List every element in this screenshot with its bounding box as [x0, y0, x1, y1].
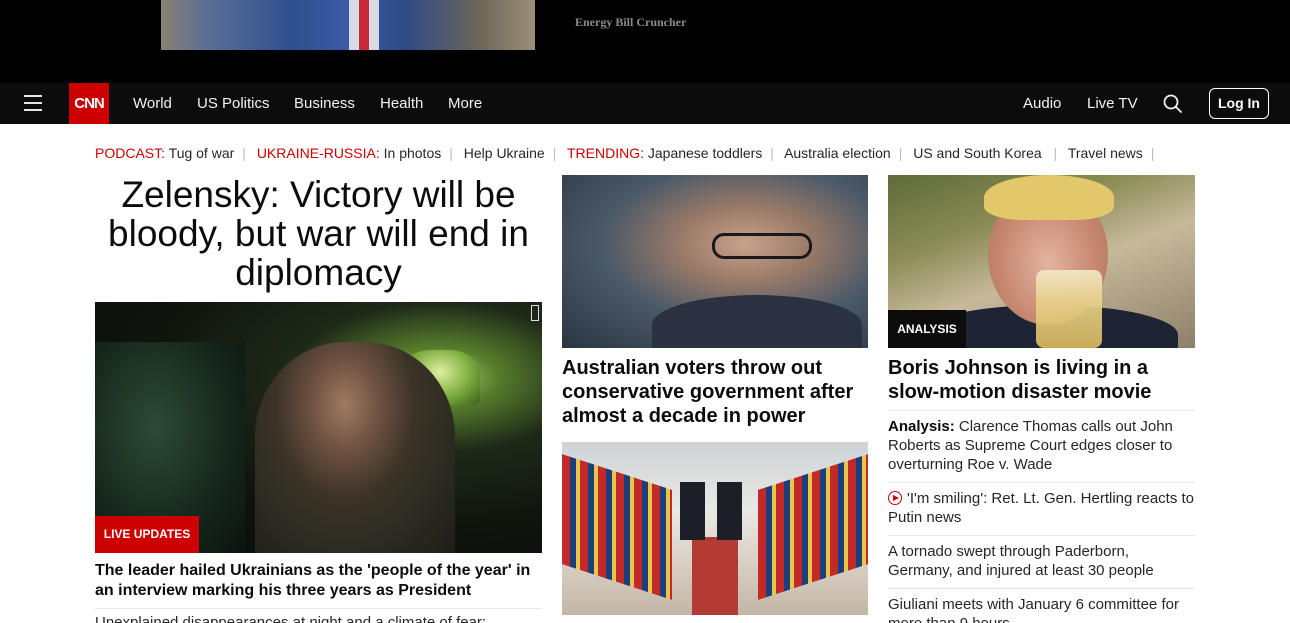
- trending-text: In photos: [383, 145, 442, 161]
- trending-label: PODCAST:: [95, 145, 166, 161]
- ad-banner[interactable]: Energy Bill Cruncher: [0, 0, 1290, 83]
- separator: |: [1150, 145, 1155, 161]
- live-updates-badge: LIVE UPDATES: [95, 516, 199, 553]
- analysis-badge: ANALYSIS: [888, 310, 966, 348]
- korea-story-image[interactable]: [562, 442, 868, 615]
- separator: |: [770, 145, 774, 161]
- boris-story-headline[interactable]: Boris Johnson is living in a slow-motion…: [888, 356, 1195, 404]
- trending-item-trending[interactable]: TRENDING: Japanese toddlers: [567, 145, 762, 161]
- right-list-item-text: A tornado swept through Paderborn, Germa…: [888, 543, 1154, 579]
- ad-image[interactable]: [161, 0, 535, 50]
- separator: |: [552, 145, 557, 161]
- trending-item-australia-election[interactable]: Australia election: [784, 145, 891, 161]
- right-list-item-text: 'I'm smiling': Ret. Lt. Gen. Hertling re…: [888, 490, 1195, 526]
- separator: |: [898, 145, 903, 161]
- hamburger-menu-icon[interactable]: [24, 95, 42, 111]
- search-icon[interactable]: [1163, 94, 1183, 114]
- separator: |: [1049, 145, 1058, 161]
- nav-item-live-tv[interactable]: Live TV: [1087, 83, 1138, 124]
- nav-item-business[interactable]: Business: [294, 83, 355, 124]
- ad-image-tie: [359, 0, 369, 50]
- divider: [95, 608, 542, 609]
- image-leaders: [680, 482, 742, 540]
- cnn-watermark-icon: [531, 305, 539, 321]
- lead-image-person: [255, 342, 455, 553]
- nav-item-more[interactable]: More: [448, 83, 482, 124]
- lead-headline[interactable]: Zelensky: Victory will be bloody, but wa…: [95, 175, 542, 292]
- image-beer-glass: [1036, 270, 1102, 348]
- top-nav: CNN World US Politics Business Health Mo…: [0, 83, 1290, 124]
- ad-text[interactable]: Energy Bill Cruncher: [575, 15, 686, 30]
- divider: [888, 482, 1195, 483]
- image-red-carpet: [692, 537, 738, 615]
- divider: [888, 410, 1195, 411]
- nav-item-us-politics[interactable]: US Politics: [197, 83, 270, 124]
- divider: [888, 535, 1195, 536]
- image-honor-guard-left: [562, 454, 672, 600]
- play-video-icon: [888, 491, 902, 505]
- right-list-item-text: Giuliani meets with January 6 committee …: [888, 596, 1179, 623]
- trending-item-help-ukraine[interactable]: Help Ukraine: [464, 145, 545, 161]
- nav-item-world[interactable]: World: [133, 83, 172, 124]
- right-list-item[interactable]: Analysis: Clarence Thomas calls out John…: [888, 417, 1195, 474]
- trending-label: UKRAINE-RUSSIA:: [256, 145, 380, 161]
- trending-bar: PODCAST: Tug of war | UKRAINE-RUSSIA: In …: [95, 145, 1161, 163]
- trending-item-travel-news[interactable]: Travel news: [1068, 145, 1143, 161]
- cnn-logo[interactable]: CNN: [69, 83, 109, 124]
- trending-item-us-south-korea[interactable]: US and South Korea: [913, 145, 1041, 161]
- nav-item-audio[interactable]: Audio: [1023, 83, 1061, 124]
- trending-label: TRENDING:: [566, 145, 644, 161]
- right-list-item[interactable]: 'I'm smiling': Ret. Lt. Gen. Hertling re…: [888, 489, 1195, 527]
- australia-story-image[interactable]: [562, 175, 868, 348]
- trending-text: Tug of war: [168, 145, 235, 161]
- lead-next-story[interactable]: Unexplained disappearances at night and …: [95, 614, 542, 623]
- australia-story-headline[interactable]: Australian voters throw out conservative…: [562, 356, 868, 428]
- right-list-item[interactable]: Giuliani meets with January 6 committee …: [888, 595, 1195, 623]
- trending-item-podcast[interactable]: PODCAST: Tug of war: [95, 145, 234, 161]
- login-button[interactable]: Log In: [1209, 88, 1269, 119]
- trending-item-ukraine-russia[interactable]: UKRAINE-RUSSIA: In photos: [257, 145, 441, 161]
- analysis-prefix: Analysis:: [888, 418, 955, 435]
- image-hair: [984, 175, 1114, 220]
- lead-caption[interactable]: The leader hailed Ukrainians as the 'peo…: [95, 561, 542, 601]
- trending-text: Japanese toddlers: [647, 145, 763, 161]
- image-suit: [652, 295, 862, 348]
- separator: |: [449, 145, 453, 161]
- separator: |: [242, 145, 246, 161]
- nav-item-health[interactable]: Health: [380, 83, 423, 124]
- divider: [888, 588, 1195, 589]
- image-honor-guard-right: [758, 454, 868, 600]
- image-glasses: [712, 233, 812, 259]
- right-list-item[interactable]: A tornado swept through Paderborn, Germa…: [888, 542, 1195, 580]
